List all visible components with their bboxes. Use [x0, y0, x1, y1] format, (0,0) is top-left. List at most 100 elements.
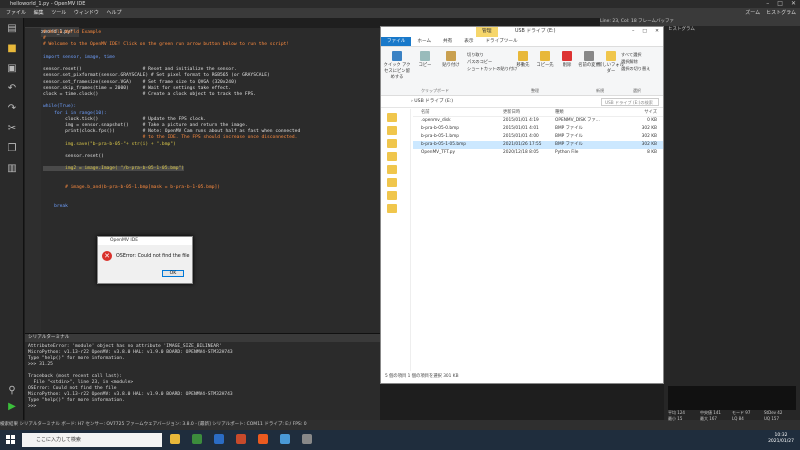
paste-icon[interactable]: ▥ — [6, 162, 18, 174]
col-type[interactable]: 種類 — [555, 109, 613, 116]
copy-icon — [420, 51, 430, 61]
maximize-icon[interactable]: □ — [642, 27, 647, 37]
terminal-output: AttributeError: 'module' object has no a… — [25, 342, 380, 412]
file-row[interactable]: .openmv_disk 2015/01/01 4:19 OPENMV_DISK フ… — [413, 117, 663, 125]
file-row[interactable]: b-pra-b-05-1.bmp 2015/01/01 4:00 BMP ファイル 3… — [413, 133, 663, 141]
tab-drive-tools[interactable]: ドライブツール — [479, 37, 523, 46]
new-file-icon[interactable]: ▤ — [6, 22, 18, 34]
file-type: BMP ファイル — [555, 134, 583, 139]
histogram-label[interactable]: ヒストグラム — [766, 8, 796, 18]
address-bar[interactable]: › USB ドライブ (E:) USB ドライブ (E:)の検索 — [381, 96, 663, 108]
zoom-label[interactable]: ズーム — [745, 8, 760, 18]
taskbar-clock[interactable]: 10:32 2021/01/27 — [768, 433, 794, 445]
address-path[interactable]: › USB ドライブ (E:) — [411, 99, 453, 104]
folder-icon[interactable] — [387, 113, 397, 122]
copy-label: コピー — [418, 63, 432, 68]
menu-tools[interactable]: ツール — [51, 10, 66, 16]
minimize-icon[interactable]: – — [766, 0, 769, 8]
copy-icon[interactable]: ❐ — [6, 142, 18, 154]
terminal-tab[interactable]: シリアルターミナル — [25, 334, 380, 342]
file-type: Python File — [555, 150, 579, 155]
file-size: 302 KB — [641, 142, 657, 147]
manage-tab[interactable]: 管理 — [476, 27, 498, 37]
open-folder-icon[interactable]: ■ — [6, 42, 18, 54]
minimize-icon[interactable]: – — [632, 27, 634, 37]
tab-share[interactable]: 共有 — [437, 37, 458, 46]
folder-icon[interactable] — [387, 178, 397, 187]
ide-title-bar: helloworld_1.py - OpenMV IDE – □ ✕ — [0, 0, 800, 8]
col-size[interactable]: サイズ — [613, 109, 661, 116]
maximize-icon[interactable]: □ — [777, 0, 783, 8]
close-icon[interactable]: ✕ — [655, 27, 659, 37]
folder-icon[interactable] — [387, 152, 397, 161]
pin-label: クイック アクセスにピン留めする — [383, 63, 411, 80]
folder-icon[interactable] — [387, 191, 397, 200]
openmv-icon[interactable] — [302, 434, 312, 444]
cut-icon[interactable]: ✂ — [6, 122, 18, 134]
histogram-stat: StDev 42 — [764, 410, 783, 415]
windows-start-icon[interactable] — [6, 435, 16, 445]
histogram-graph — [668, 386, 796, 410]
tab-file[interactable]: ファイル — [381, 37, 412, 46]
terminal-line: >>> — [28, 404, 37, 409]
word-icon[interactable] — [214, 434, 224, 444]
ribbon: クイック アクセスにピン留めする コピー 貼り付け 切り取り パスのコピー ショ… — [381, 46, 663, 96]
pin-quick-access-button[interactable]: クイック アクセスにピン留めする — [383, 51, 411, 80]
file-row[interactable]: OpenMV_TFT.py 2020/12/18 8:05 Python File 8… — [413, 149, 663, 157]
close-icon[interactable]: ✕ — [791, 0, 796, 8]
undo-icon[interactable]: ↶ — [6, 82, 18, 94]
code-editor[interactable]: helloworld_1.py* # Hello World Example # #… — [25, 18, 380, 333]
taskbar-search-input[interactable]: ここに入力して検索 — [22, 433, 162, 447]
col-name[interactable]: 名前 — [413, 109, 503, 116]
run-icon[interactable]: ▶ — [6, 400, 18, 412]
select-none-button[interactable]: 選択解除 — [621, 58, 650, 65]
menu-file[interactable]: ファイル — [6, 10, 26, 16]
copy-to-label: コピー先 — [536, 63, 554, 68]
menu-edit[interactable]: 編集 — [34, 10, 44, 16]
folder-icon[interactable] — [387, 165, 397, 174]
explorer-title-bar: USB ドライブ (E:) 管理 – □ ✕ — [381, 27, 663, 37]
tab-home[interactable]: ホーム — [411, 37, 437, 46]
desktop: helloworld_1.py - OpenMV IDE – □ ✕ ファイル … — [0, 0, 800, 450]
file-name: b-pra-b-05-1.bmp — [421, 134, 459, 139]
file-size: 0 KB — [647, 118, 657, 123]
excel-icon[interactable] — [192, 434, 202, 444]
code-area[interactable]: # Hello World Example # # Welcome to the O… — [43, 30, 380, 333]
invert-selection-button[interactable]: 選択の切り替え — [621, 65, 650, 72]
code-line[interactable]: break — [43, 204, 380, 210]
col-date[interactable]: 更新日時 — [503, 109, 555, 116]
rename-icon — [584, 51, 594, 61]
folder-icon[interactable] — [387, 204, 397, 213]
file-name: .openmv_disk — [421, 118, 451, 123]
file-row[interactable]: b-pra-b-05-1-05.bmp 2021/01/26 17:55 BMP フ… — [413, 141, 663, 149]
firefox-icon[interactable] — [258, 434, 268, 444]
file-type: BMP ファイル — [555, 126, 583, 131]
navigation-pane[interactable] — [381, 109, 411, 371]
serial-terminal[interactable]: シリアルターミナル AttributeError: 'module' objec… — [25, 333, 380, 430]
explorer-status-bar: 5 個の項目 1 個の項目を選択 301 KB — [385, 374, 459, 379]
delete-icon — [562, 51, 572, 61]
copy-button[interactable]: コピー — [411, 51, 439, 68]
editor-tabs: helloworld_1.py* — [25, 18, 380, 37]
powerpoint-icon[interactable] — [236, 434, 246, 444]
file-row[interactable]: b-pra-b-05-0.bmp 2015/01/01 4:01 BMP ファイル 3… — [413, 125, 663, 133]
connect-icon[interactable]: ⚲ — [6, 384, 18, 396]
histogram-stat: 最大 167 — [700, 416, 717, 421]
edge-icon[interactable] — [280, 434, 290, 444]
file-explorer-icon[interactable] — [170, 434, 180, 444]
select-all-button[interactable]: すべて選択 — [621, 51, 650, 58]
file-date: 2020/12/18 8:05 — [503, 150, 539, 155]
tab-view[interactable]: 表示 — [458, 37, 479, 46]
search-input[interactable]: USB ドライブ (E:)の検索 — [601, 98, 659, 106]
ok-button[interactable]: OK — [162, 270, 184, 277]
file-list: 名前 更新日時 種類 サイズ .openmv_disk 2015/01/01 4:… — [413, 109, 663, 371]
move-label: 移動先 — [516, 63, 530, 68]
paste-button[interactable]: 貼り付け — [437, 51, 465, 68]
folder-icon[interactable] — [387, 126, 397, 135]
save-icon[interactable]: ▣ — [6, 62, 18, 74]
dialog-title: OpenMV IDE — [98, 237, 192, 245]
redo-icon[interactable]: ↷ — [6, 102, 18, 114]
folder-icon[interactable] — [387, 139, 397, 148]
menu-window[interactable]: ウィンドウ — [74, 10, 99, 16]
menu-help[interactable]: ヘルプ — [106, 10, 121, 16]
